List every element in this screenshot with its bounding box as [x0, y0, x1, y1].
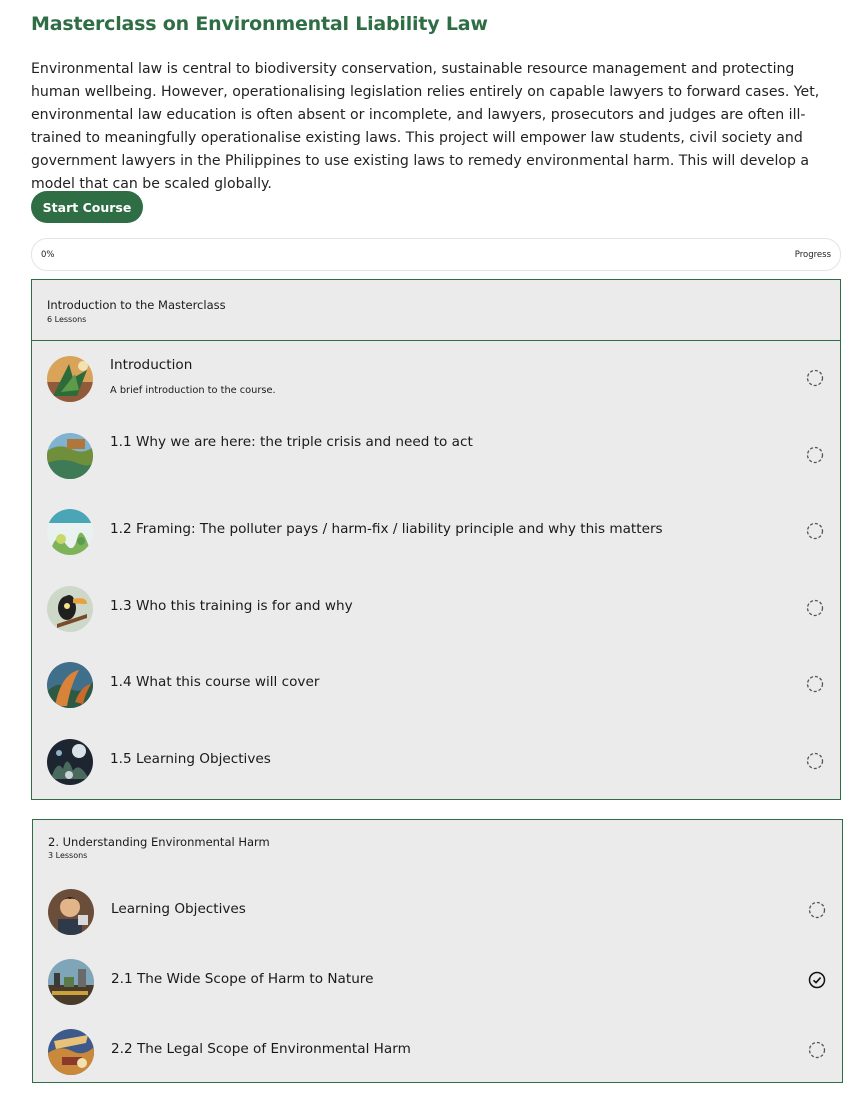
lesson-thumbnail [47, 739, 93, 785]
lesson-item[interactable]: Introduction A brief introduction to the… [32, 349, 840, 409]
progress-percent: 0% [41, 250, 55, 260]
course-title: Masterclass on Environmental Liability L… [31, 13, 488, 35]
lesson-item[interactable]: 1.2 Framing: The polluter pays / harm-fi… [32, 502, 840, 562]
lesson-title: 1.1 Why we are here: the triple crisis a… [110, 434, 473, 450]
lesson-item[interactable]: 1.4 What this course will cover [32, 655, 840, 715]
pending-circle-icon [808, 1041, 826, 1059]
pending-circle-icon [806, 599, 824, 617]
module-introduction: Introduction to the Masterclass 6 Lesson… [31, 279, 841, 800]
lesson-thumbnail [47, 433, 93, 479]
lesson-title: 2.1 The Wide Scope of Harm to Nature [111, 971, 374, 987]
lesson-subtitle: A brief introduction to the course. [110, 385, 276, 396]
lesson-item[interactable]: 1.1 Why we are here: the triple crisis a… [32, 426, 840, 486]
pending-circle-icon [808, 901, 826, 919]
module-title: Introduction to the Masterclass [47, 298, 226, 312]
pending-circle-icon [806, 446, 824, 464]
progress-bar: 0% Progress [31, 238, 841, 271]
progress-label: Progress [794, 250, 831, 260]
lesson-thumbnail [48, 889, 94, 935]
module-lesson-count: 3 Lessons [48, 851, 88, 860]
lesson-item[interactable]: Learning Objectives [33, 880, 842, 940]
module-header[interactable]: Introduction to the Masterclass 6 Lesson… [32, 280, 840, 341]
lesson-title: 2.2 The Legal Scope of Environmental Har… [111, 1041, 411, 1057]
start-course-button[interactable]: Start Course [31, 191, 143, 223]
lesson-item[interactable]: 2.2 The Legal Scope of Environmental Har… [33, 1020, 842, 1080]
lesson-title: Introduction [110, 357, 193, 373]
pending-circle-icon [806, 522, 824, 540]
lesson-thumbnail [48, 1029, 94, 1075]
lesson-thumbnail [47, 356, 93, 402]
lesson-thumbnail [47, 586, 93, 632]
lesson-title: 1.4 What this course will cover [110, 674, 320, 690]
module-lesson-count: 6 Lessons [47, 315, 87, 324]
lesson-thumbnail [48, 959, 94, 1005]
lesson-title: 1.2 Framing: The polluter pays / harm-fi… [110, 521, 663, 537]
module-understanding-harm: 2. Understanding Environmental Harm 3 Le… [32, 819, 843, 1083]
lesson-thumbnail [47, 509, 93, 555]
lesson-item[interactable]: 1.5 Learning Objectives [32, 732, 840, 792]
pending-circle-icon [806, 675, 824, 693]
pending-circle-icon [806, 752, 824, 770]
lesson-item[interactable]: 2.1 The Wide Scope of Harm to Nature [33, 950, 842, 1010]
check-circle-icon [808, 971, 826, 989]
course-description: Environmental law is central to biodiver… [31, 61, 820, 192]
lesson-title: Learning Objectives [111, 901, 246, 917]
module-title: 2. Understanding Environmental Harm [48, 835, 270, 849]
lesson-title: 1.3 Who this training is for and why [110, 598, 353, 614]
lesson-title: 1.5 Learning Objectives [110, 751, 271, 767]
lesson-thumbnail [47, 662, 93, 708]
lesson-item[interactable]: 1.3 Who this training is for and why [32, 579, 840, 639]
pending-circle-icon [806, 369, 824, 387]
